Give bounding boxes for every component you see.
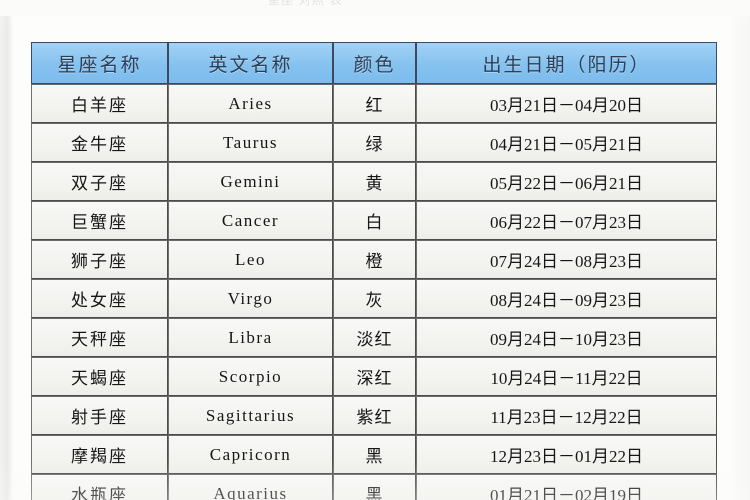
cell-color-value: 黑 — [333, 474, 416, 500]
table-row: 水瓶座 Aquarius 黑 01月21日－02月19日 — [31, 474, 717, 500]
table-body: 白羊座 Aries 红 03月21日－04月20日 金牛座 Taurus 绿 04月21日－0… — [31, 84, 717, 500]
table-row: 金牛座 Taurus 绿 04月21日－05月21日 — [31, 123, 717, 162]
cell-english-name: Aries — [168, 84, 333, 123]
cell-english-name: Leo — [168, 240, 333, 279]
top-text-fragment: 星座 对照 表 — [268, 0, 343, 7]
cell-english-name: Taurus — [168, 123, 333, 162]
left-page-gutter — [0, 0, 13, 500]
table-row: 摩羯座 Capricorn 黑 12月23日－01月22日 — [31, 435, 717, 474]
cell-sign-name: 双子座 — [31, 162, 168, 201]
cell-birth-date-range: 09月24日－10月23日 — [416, 318, 717, 357]
table-row: 双子座 Gemini 黄 05月22日－06月21日 — [31, 162, 717, 201]
cell-english-name: Virgo — [168, 279, 333, 318]
cell-sign-name: 水瓶座 — [31, 474, 168, 500]
column-header-birth-date: 出生日期（阳历） — [416, 42, 717, 84]
table-row: 白羊座 Aries 红 03月21日－04月20日 — [31, 84, 717, 123]
table-row: 天蝎座 Scorpio 深红 10月24日－11月22日 — [31, 357, 717, 396]
cell-color-value: 红 — [333, 84, 416, 123]
cell-sign-name: 巨蟹座 — [31, 201, 168, 240]
zodiac-table-container: 星座名称 英文名称 颜色 出生日期（阳历） 白羊座 Aries 红 03月21日－04… — [31, 42, 717, 500]
cell-english-name: Cancer — [168, 201, 333, 240]
cell-sign-name: 金牛座 — [31, 123, 168, 162]
cell-birth-date-range: 07月24日－08月23日 — [416, 240, 717, 279]
table-row: 天秤座 Libra 淡红 09月24日－10月23日 — [31, 318, 717, 357]
cell-english-name: Sagittarius — [168, 396, 333, 435]
cell-birth-date-range: 06月22日－07月23日 — [416, 201, 717, 240]
cell-english-name: Capricorn — [168, 435, 333, 474]
cell-english-name: Libra — [168, 318, 333, 357]
table-header: 星座名称 英文名称 颜色 出生日期（阳历） — [31, 42, 717, 84]
cell-english-name: Gemini — [168, 162, 333, 201]
cell-birth-date-range: 04月21日－05月21日 — [416, 123, 717, 162]
cell-birth-date-range: 12月23日－01月22日 — [416, 435, 717, 474]
cell-color-value: 白 — [333, 201, 416, 240]
table-header-row: 星座名称 英文名称 颜色 出生日期（阳历） — [31, 42, 717, 84]
table-row: 处女座 Virgo 灰 08月24日－09月23日 — [31, 279, 717, 318]
column-header-sign-name: 星座名称 — [31, 42, 168, 84]
cell-sign-name: 射手座 — [31, 396, 168, 435]
table-row: 巨蟹座 Cancer 白 06月22日－07月23日 — [31, 201, 717, 240]
cell-color-value: 紫红 — [333, 396, 416, 435]
cell-birth-date-range: 08月24日－09月23日 — [416, 279, 717, 318]
cell-sign-name: 天蝎座 — [31, 357, 168, 396]
cell-english-name: Scorpio — [168, 357, 333, 396]
top-cropped-text-sliver: 星座 对照 表 — [0, 0, 750, 16]
cell-birth-date-range: 10月24日－11月22日 — [416, 357, 717, 396]
cell-birth-date-range: 01月21日－02月19日 — [416, 474, 717, 500]
cell-sign-name: 白羊座 — [31, 84, 168, 123]
column-header-color: 颜色 — [333, 42, 416, 84]
table-row: 狮子座 Leo 橙 07月24日－08月23日 — [31, 240, 717, 279]
right-page-gutter — [730, 0, 750, 500]
cell-english-name: Aquarius — [168, 474, 333, 500]
cell-birth-date-range: 05月22日－06月21日 — [416, 162, 717, 201]
cell-color-value: 橙 — [333, 240, 416, 279]
column-header-english-name: 英文名称 — [168, 42, 333, 84]
cell-sign-name: 处女座 — [31, 279, 168, 318]
page-root: 星座 对照 表 星座名称 英文名称 颜色 出生日期（阳历） 白羊座 Aries 红 0… — [0, 0, 750, 500]
zodiac-signs-table: 星座名称 英文名称 颜色 出生日期（阳历） 白羊座 Aries 红 03月21日－04… — [31, 42, 717, 500]
cell-sign-name: 狮子座 — [31, 240, 168, 279]
cell-color-value: 黄 — [333, 162, 416, 201]
cell-sign-name: 摩羯座 — [31, 435, 168, 474]
cell-birth-date-range: 11月23日－12月22日 — [416, 396, 717, 435]
cell-color-value: 绿 — [333, 123, 416, 162]
cell-color-value: 黑 — [333, 435, 416, 474]
table-row: 射手座 Sagittarius 紫红 11月23日－12月22日 — [31, 396, 717, 435]
cell-sign-name: 天秤座 — [31, 318, 168, 357]
cell-birth-date-range: 03月21日－04月20日 — [416, 84, 717, 123]
cell-color-value: 淡红 — [333, 318, 416, 357]
cell-color-value: 深红 — [333, 357, 416, 396]
cell-color-value: 灰 — [333, 279, 416, 318]
